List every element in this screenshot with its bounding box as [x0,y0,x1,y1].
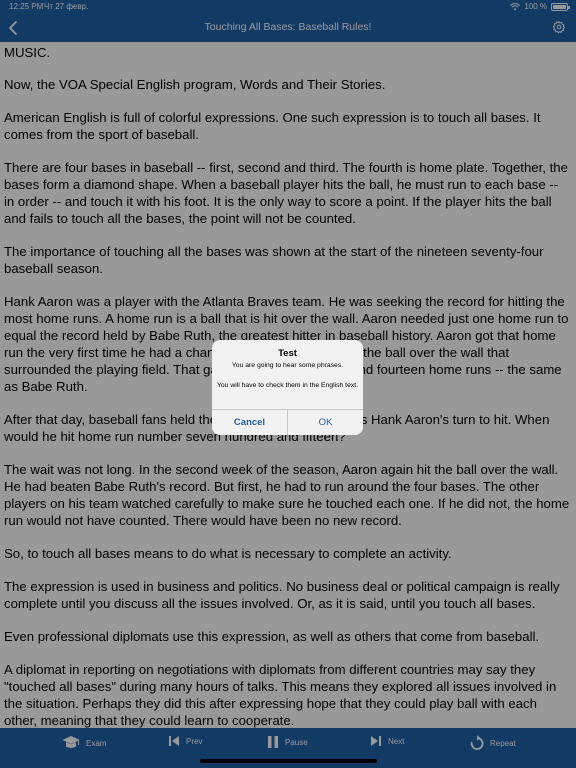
dialog-message: You are going to hear some phrases. You … [212,361,363,391]
dialog-message-line: You will have to check them in the Engli… [216,382,359,389]
dialog-title: Test [278,348,297,359]
cancel-button[interactable]: Cancel [212,410,288,435]
dialog-buttons: Cancel OK [212,409,363,435]
test-alert-dialog: Test You are going to hear some phrases.… [212,340,363,435]
dialog-message-line: You are going to hear some phrases. [231,362,344,369]
ok-button[interactable]: OK [288,410,363,435]
